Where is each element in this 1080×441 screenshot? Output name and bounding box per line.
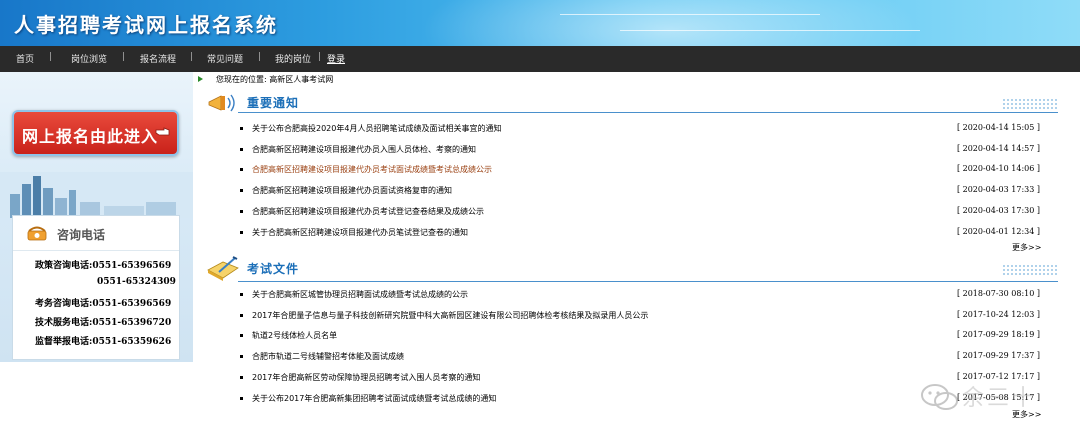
wechat-icon <box>921 384 958 410</box>
nav-bar: 首页 | 岗位浏览 | 报名流程 | 常见问题 | 我的岗位 | 登录 <box>0 46 1080 72</box>
bullet-icon <box>240 231 243 234</box>
pointing-hand-icon <box>155 127 170 136</box>
news-date: [ 2017-09-29 18:19 ] <box>956 330 1040 339</box>
section-divider <box>238 112 1058 113</box>
bullet-icon <box>240 397 243 400</box>
list-item[interactable]: 合肥高新区招聘建设项目报建代办员入围人员体检、考察的通知 [ 2020-04-1… <box>240 143 1060 157</box>
online-signup-button[interactable]: 网上报名由此进入 <box>12 110 179 156</box>
news-date: [ 2020-04-03 17:30 ] <box>956 206 1040 215</box>
nav-my-positions[interactable]: 我的岗位 <box>275 52 311 65</box>
consult-phone-box: 咨询电话 政策咨询电话:0551-65396569 0551-65324309 … <box>12 215 180 360</box>
section-divider <box>238 281 1058 282</box>
decorative-dots <box>1002 264 1058 276</box>
news-title[interactable]: 合肥高新区招聘建设项目报建代办员入围人员体检、考察的通知 <box>252 144 476 155</box>
news-title[interactable]: 合肥高新区招聘建设项目报建代办员考试登记查卷结果及成绩公示 <box>252 206 484 217</box>
phone-icon <box>27 226 47 241</box>
news-date: [ 2020-04-14 15:05 ] <box>956 123 1040 132</box>
header-banner: 人事招聘考试网上报名系统 <box>0 0 1080 46</box>
list-item[interactable]: 合肥高新区招聘建设项目报建代办员考试面试成绩暨考试总成绩公示 [ 2020-04… <box>240 163 1060 177</box>
bullet-icon <box>240 210 243 213</box>
nav-home[interactable]: 首页 <box>16 52 34 65</box>
consult-title: 咨询电话 <box>57 228 106 242</box>
watermark: 余三十 <box>920 378 1050 418</box>
list-item[interactable]: 合肥市轨道二号线辅警招考体能及面试成绩 [ 2017-09-29 17:37 ] <box>240 350 1060 364</box>
consult-header: 咨询电话 <box>13 216 179 251</box>
decorative-dots <box>1002 98 1058 110</box>
breadcrumb-arrow-icon <box>198 76 203 82</box>
news-date: [ 2020-04-10 14:06 ] <box>956 164 1040 173</box>
nav-separator: | <box>190 52 194 62</box>
bullet-icon <box>240 355 243 358</box>
news-title[interactable]: 关于公布合肥高投2020年4月人员招聘笔试成绩及面试相关事宜的通知 <box>252 123 501 134</box>
nav-login[interactable]: 登录 <box>327 52 345 65</box>
news-title[interactable]: 2017年合肥量子信息与量子科技创新研究院暨中科大高新园区建设有限公司招聘体检考… <box>252 310 648 321</box>
list-item[interactable]: 关于合肥高新区城管协理员招聘面试成绩暨考试总成绩的公示 [ 2018-07-30… <box>240 288 1060 302</box>
news-title[interactable]: 合肥市轨道二号线辅警招考体能及面试成绩 <box>252 351 404 362</box>
report-phone: 监督举报电话:0551-65359626 <box>35 337 172 347</box>
nav-separator: | <box>122 52 126 62</box>
site-title: 人事招聘考试网上报名系统 <box>14 13 278 37</box>
nav-separator: | <box>318 52 322 62</box>
news-date: [ 2017-10-24 12:03 ] <box>956 310 1040 319</box>
news-date: [ 2020-04-14 14:57 ] <box>956 144 1040 153</box>
news-date: [ 2018-07-30 08:10 ] <box>956 289 1040 298</box>
city-skyline-image <box>0 172 193 218</box>
list-item[interactable]: 合肥高新区招聘建设项目报建代办员面试资格复审的通知 [ 2020-04-03 1… <box>240 184 1060 198</box>
pen-paper-icon <box>207 256 239 281</box>
bullet-icon <box>240 148 243 151</box>
section-title-notices[interactable]: 重要通知 <box>247 94 299 111</box>
nav-positions[interactable]: 岗位浏览 <box>71 52 107 65</box>
list-item[interactable]: 关于合肥高新区招聘建设项目报建代办员笔试登记查卷的通知 [ 2020-04-01… <box>240 226 1060 240</box>
list-item[interactable]: 合肥高新区招聘建设项目报建代办员考试登记查卷结果及成绩公示 [ 2020-04-… <box>240 205 1060 219</box>
nav-process[interactable]: 报名流程 <box>140 52 176 65</box>
bullet-icon <box>240 127 243 130</box>
exam-phone: 考务咨询电话:0551-65396569 <box>35 299 172 309</box>
megaphone-icon <box>208 94 235 112</box>
bullet-icon <box>240 376 243 379</box>
policy-phone: 政策咨询电话:0551-65396569 <box>35 261 172 271</box>
news-title[interactable]: 合肥高新区招聘建设项目报建代办员考试面试成绩暨考试总成绩公示 <box>252 164 492 175</box>
policy-phone-2: 0551-65324309 <box>97 277 176 287</box>
section-title-exam-files[interactable]: 考试文件 <box>247 260 299 277</box>
bullet-icon <box>240 293 243 296</box>
bullet-icon <box>240 334 243 337</box>
more-link[interactable]: 更多>> <box>1012 242 1041 253</box>
bullet-icon <box>240 189 243 192</box>
list-item[interactable]: 2017年合肥量子信息与量子科技创新研究院暨中科大高新园区建设有限公司招聘体检考… <box>240 309 1060 323</box>
news-title[interactable]: 关于合肥高新区城管协理员招聘面试成绩暨考试总成绩的公示 <box>252 289 468 300</box>
signup-button-label: 网上报名由此进入 <box>22 127 159 146</box>
list-item[interactable]: 轨道2号线体检人员名单 [ 2017-09-29 18:19 ] <box>240 329 1060 343</box>
news-date: [ 2020-04-03 17:33 ] <box>956 185 1040 194</box>
news-title[interactable]: 关于合肥高新区招聘建设项目报建代办员笔试登记查卷的通知 <box>252 227 468 238</box>
news-date: [ 2017-09-29 17:37 ] <box>956 351 1040 360</box>
banner-streak <box>620 30 920 31</box>
watermark-text: 余三十 <box>962 386 1038 411</box>
news-title[interactable]: 关于公布2017年合肥高新集团招聘考试面试成绩暨考试总成绩的通知 <box>252 393 496 404</box>
breadcrumb: 您现在的位置: 高新区人事考试网 <box>216 75 334 84</box>
nav-separator: | <box>49 52 53 62</box>
bullet-icon <box>240 314 243 317</box>
news-title[interactable]: 合肥高新区招聘建设项目报建代办员面试资格复审的通知 <box>252 185 452 196</box>
news-title[interactable]: 轨道2号线体检人员名单 <box>252 330 337 341</box>
tech-phone: 技术服务电话:0551-65396720 <box>35 318 172 328</box>
list-item[interactable]: 关于公布合肥高投2020年4月人员招聘笔试成绩及面试相关事宜的通知 [ 2020… <box>240 122 1060 136</box>
banner-streak <box>560 14 820 15</box>
news-date: [ 2020-04-01 12:34 ] <box>956 227 1040 236</box>
bullet-icon <box>240 168 243 171</box>
banner-glow <box>420 0 920 46</box>
nav-faq[interactable]: 常见问题 <box>207 52 243 65</box>
news-title[interactable]: 2017年合肥高新区劳动保障协理员招聘考试入围人员考察的通知 <box>252 372 480 383</box>
nav-separator: | <box>258 52 262 62</box>
left-sidebar: 网上报名由此进入 咨询电话 政策咨询电话:0551-65396569 0551-… <box>0 72 193 362</box>
